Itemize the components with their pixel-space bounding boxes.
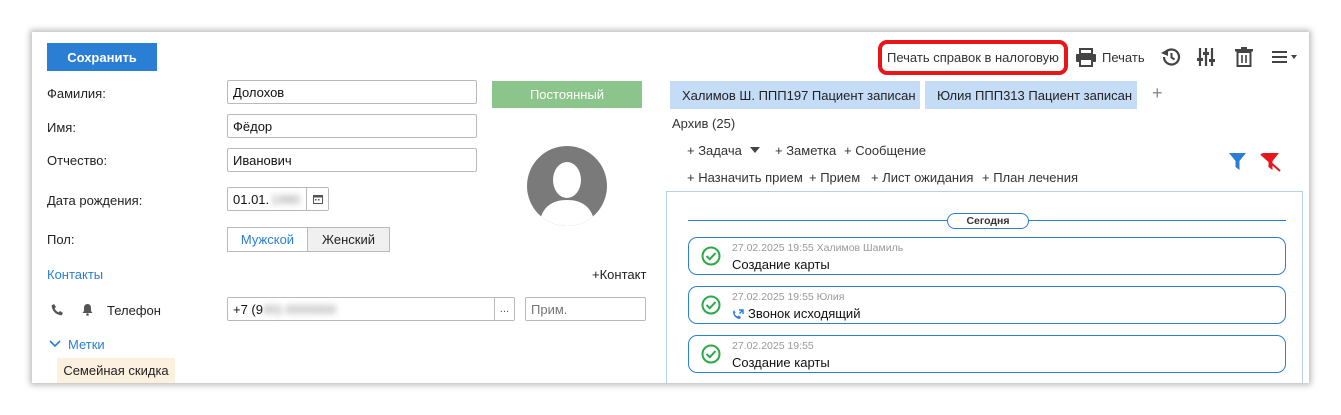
birthdate-value: 01.01. bbox=[233, 191, 270, 207]
gender-label: Пол: bbox=[47, 232, 75, 247]
chevron-down-icon[interactable] bbox=[49, 339, 61, 349]
patronymic-label: Отчество: bbox=[47, 153, 108, 168]
assign-appointment-button[interactable]: + Назначить прием bbox=[687, 170, 803, 185]
add-reception-button[interactable]: + Прием bbox=[809, 170, 860, 185]
add-waitlist-button[interactable]: + Лист ожидания bbox=[871, 170, 973, 185]
add-treatment-plan-button[interactable]: + План лечения bbox=[982, 170, 1078, 185]
print-button[interactable]: Печать bbox=[1102, 50, 1145, 65]
check-circle-icon bbox=[701, 246, 721, 266]
phone-more-button[interactable]: ... bbox=[494, 298, 514, 320]
contacts-header[interactable]: Контакты bbox=[47, 267, 103, 282]
name-field[interactable]: Фёдор bbox=[227, 114, 477, 138]
add-note-button[interactable]: + Заметка bbox=[775, 143, 836, 158]
add-message-button[interactable]: + Сообщение bbox=[844, 143, 926, 158]
name-value: Фёдор bbox=[233, 118, 273, 134]
add-tab-button[interactable]: + bbox=[1152, 83, 1163, 104]
feed-item-meta: 27.02.2025 19:55 Юлия bbox=[732, 291, 845, 303]
name-label: Имя: bbox=[47, 120, 76, 135]
feed-item[interactable]: 27.02.2025 19:55 Создание карты bbox=[688, 335, 1286, 373]
feed-item-meta: 27.02.2025 19:55 bbox=[732, 340, 814, 352]
check-circle-icon bbox=[701, 295, 721, 315]
archive-link[interactable]: Архив (25) bbox=[672, 116, 735, 131]
sliders-icon[interactable] bbox=[1196, 47, 1216, 67]
feed-item-meta: 27.02.2025 19:55 Халимов Шамиль bbox=[732, 242, 904, 254]
feed-item[interactable]: 27.02.2025 19:55 Халимов Шамиль Создание… bbox=[688, 237, 1286, 275]
patronymic-value: Иванович bbox=[233, 152, 292, 168]
history-icon[interactable] bbox=[1159, 47, 1181, 67]
surname-field[interactable]: Долохов bbox=[227, 80, 477, 104]
feed-item-title: Звонок исходящий bbox=[748, 306, 861, 321]
menu-icon[interactable] bbox=[1272, 50, 1298, 64]
today-badge: Сегодня bbox=[947, 213, 1029, 229]
tab-patient-2[interactable]: Юлия ППП313 Пациент записан bbox=[925, 81, 1137, 109]
tags-header[interactable]: Метки bbox=[68, 337, 105, 352]
save-button[interactable]: Сохранить bbox=[47, 43, 157, 71]
phone-hidden: 00) 0000000 bbox=[263, 301, 337, 317]
gender-female-button[interactable]: Женский bbox=[307, 227, 390, 252]
caret-down-icon[interactable] bbox=[750, 147, 760, 153]
phone-value: +7 (9 bbox=[233, 301, 263, 317]
phone-note-input[interactable] bbox=[525, 297, 646, 321]
feed-item-title: Создание карты bbox=[732, 355, 830, 370]
filter-icon[interactable] bbox=[1229, 153, 1246, 171]
tag-chip[interactable]: Семейная скидка bbox=[57, 358, 175, 383]
birthdate-field[interactable]: 01.01. 1990 bbox=[227, 187, 329, 211]
tab-patient-1[interactable]: Халимов Ш. ППП197 Пациент записан bbox=[670, 81, 920, 109]
patient-card-window: Сохранить Фамилия: Долохов Имя: Фёдор От… bbox=[32, 32, 1309, 383]
print-tax-button[interactable]: Печать справок в налоговую bbox=[887, 50, 1059, 65]
birthdate-label: Дата рождения: bbox=[47, 193, 143, 208]
add-task-button[interactable]: + Задача bbox=[687, 143, 742, 158]
feed-item[interactable]: 27.02.2025 19:55 Юлия Звонок исходящий bbox=[688, 286, 1286, 324]
phone-label: Телефон bbox=[107, 303, 161, 318]
patronymic-field[interactable]: Иванович bbox=[227, 148, 477, 172]
avatar bbox=[527, 146, 607, 226]
printer-icon[interactable] bbox=[1075, 48, 1097, 67]
add-contact-link[interactable]: +Контакт bbox=[592, 267, 646, 282]
calendar-icon[interactable] bbox=[306, 188, 328, 210]
bell-icon[interactable] bbox=[82, 303, 93, 316]
birthdate-hidden: 1990 bbox=[271, 191, 301, 207]
person-silhouette-icon bbox=[539, 162, 595, 226]
trash-icon[interactable] bbox=[1235, 47, 1253, 67]
status-badge: Постоянный bbox=[492, 81, 642, 108]
phone-field[interactable]: +7 (9 00) 0000000 ... bbox=[227, 297, 515, 321]
feed-item-title: Создание карты bbox=[732, 257, 830, 272]
filter-clear-icon[interactable] bbox=[1260, 152, 1281, 172]
outgoing-call-icon bbox=[733, 309, 744, 319]
surname-value: Долохов bbox=[233, 84, 285, 100]
check-circle-icon bbox=[701, 344, 721, 364]
surname-label: Фамилия: bbox=[47, 86, 106, 101]
phone-icon[interactable] bbox=[51, 303, 63, 316]
gender-male-button[interactable]: Мужской bbox=[227, 227, 308, 252]
